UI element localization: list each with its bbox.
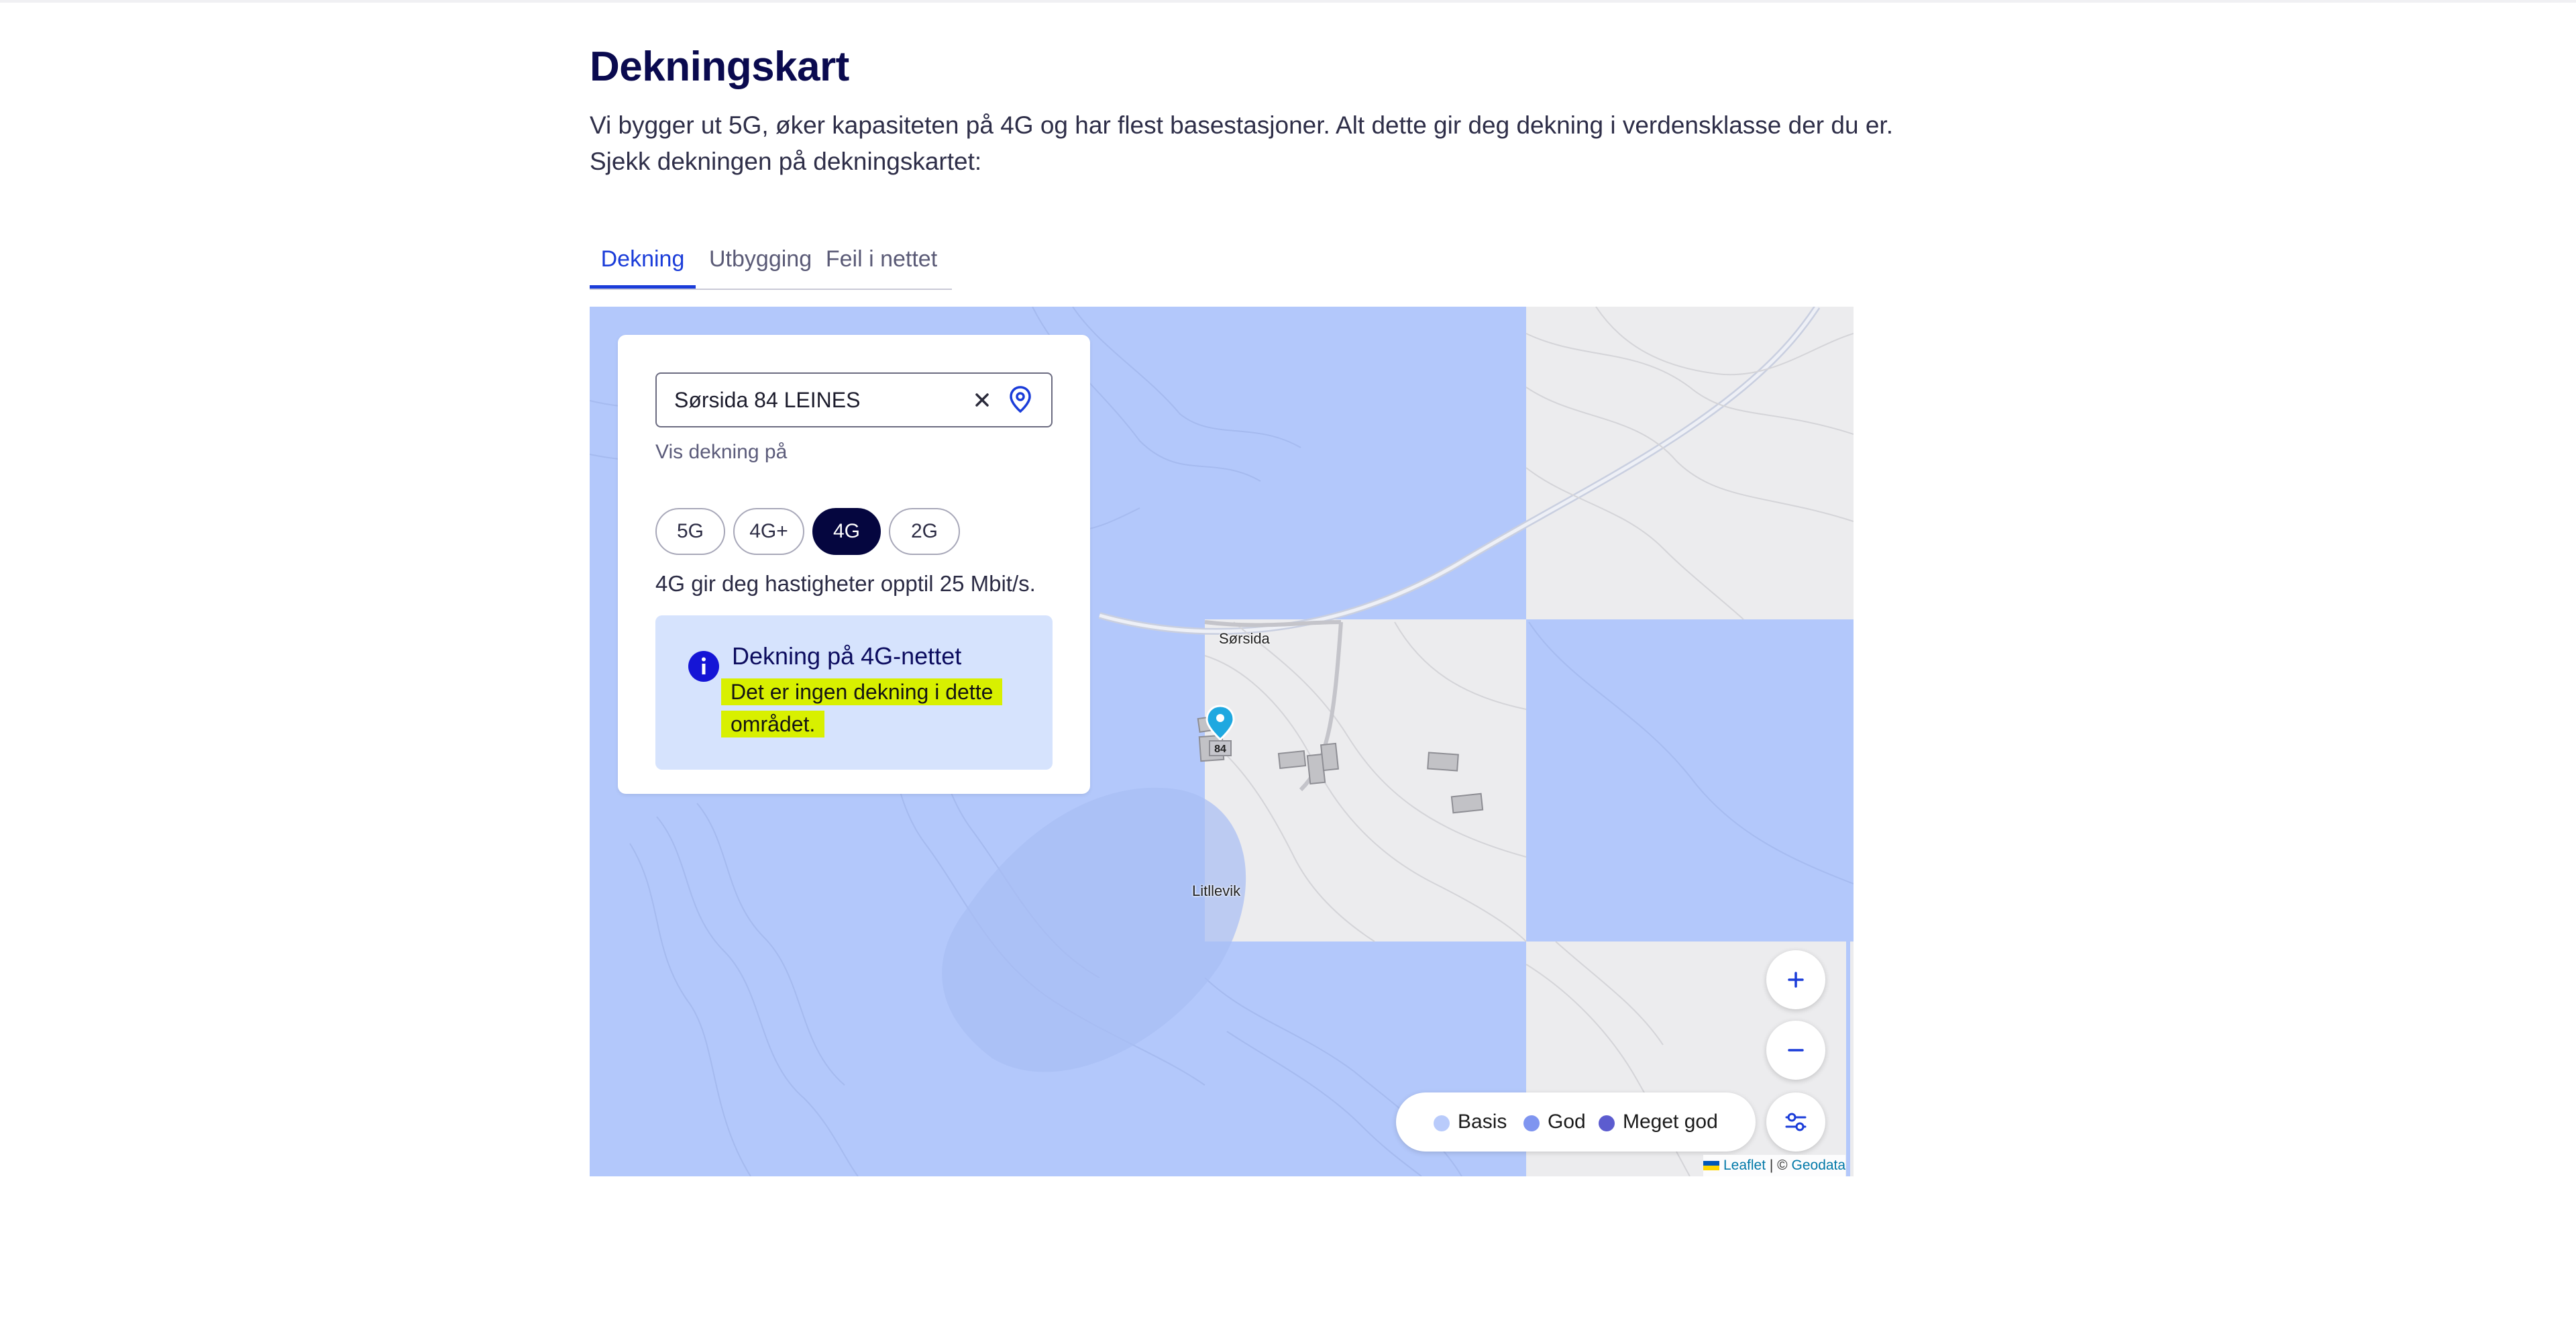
minus-icon <box>1788 1049 1804 1052</box>
sliders-icon <box>1785 1113 1807 1131</box>
info-icon <box>688 650 720 682</box>
chip-5g[interactable]: 5G <box>655 508 725 555</box>
place-label-sorsida: Sørsida <box>1219 630 1270 647</box>
coverage-type-label: Vis dekning på <box>655 441 788 463</box>
legend-label: Basis <box>1458 1111 1507 1133</box>
chip-4g[interactable]: 4G <box>812 508 881 555</box>
intro-text: Vi bygger ut 5G, øker kapasiteten på 4G … <box>590 111 1893 175</box>
ukraine-flag-icon <box>1703 1161 1719 1170</box>
page-title: Dekningskart <box>590 44 849 90</box>
place-label-litllevik: Litllevik <box>1192 882 1241 899</box>
zoom-out-button[interactable] <box>1766 1021 1825 1080</box>
top-border <box>0 0 2576 3</box>
coverage-info-box: Dekning på 4G-nettet Det er ingen deknin… <box>655 615 1053 770</box>
legend-dot <box>1599 1115 1615 1131</box>
address-search-input[interactable] <box>674 374 963 426</box>
plus-icon <box>1788 972 1804 988</box>
info-message-text: Det er ingen dekning i dette området. <box>721 678 1003 737</box>
legend-dot <box>1434 1115 1450 1131</box>
address-number: 84 <box>1214 744 1226 755</box>
info-title: Dekning på 4G-nettet <box>732 642 962 670</box>
coverage-search-panel: Vis dekning på 5G 4G+ 4G 2G 4G gir deg h… <box>618 335 1090 794</box>
leaflet-link[interactable]: Leaflet <box>1723 1158 1766 1173</box>
legend-dot <box>1523 1115 1540 1131</box>
location-pin-icon[interactable] <box>1006 385 1035 414</box>
chip-2g[interactable]: 2G <box>889 508 960 555</box>
tab-dekning[interactable]: Dekning <box>590 242 696 289</box>
zoom-in-button[interactable] <box>1766 950 1825 1009</box>
legend-label: God <box>1548 1111 1586 1133</box>
tab-bar: Dekning Utbygging Feil i nettet <box>590 242 952 290</box>
geodata-link[interactable]: Geodata <box>1792 1158 1846 1173</box>
chip-4g-plus[interactable]: 4G+ <box>733 508 804 555</box>
tab-feil-i-nettet[interactable]: Feil i nettet <box>824 242 938 289</box>
coverage-legend: Basis God Meget god <box>1396 1092 1756 1152</box>
info-message: Det er ingen dekning i dette området. <box>721 676 1016 740</box>
close-icon[interactable] <box>969 387 995 413</box>
speed-description: 4G gir deg hastigheter opptil 25 Mbit/s. <box>655 571 1036 596</box>
attribution-separator: | © <box>1766 1158 1792 1173</box>
location-marker-icon[interactable]: 84 <box>1204 705 1236 758</box>
legend-label: Meget god <box>1623 1111 1718 1133</box>
coverage-map[interactable]: Sørsida Litllevik 84 Vis dekning på 5G 4 <box>590 307 1854 1176</box>
tab-utbygging[interactable]: Utbygging <box>709 242 812 289</box>
filter-settings-button[interactable] <box>1766 1092 1825 1152</box>
map-attribution: Leaflet | © Geodata <box>1703 1155 1846 1176</box>
address-search <box>655 372 1053 427</box>
